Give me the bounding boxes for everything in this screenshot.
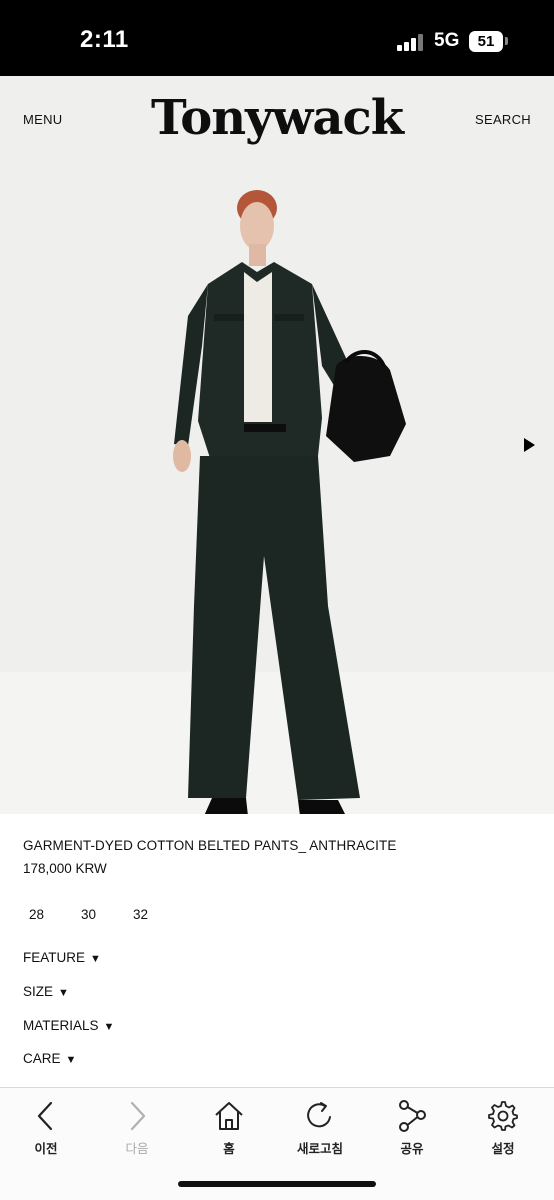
settings-button[interactable]: 설정 bbox=[468, 1100, 538, 1157]
caret-down-icon: ▼ bbox=[103, 1021, 115, 1033]
share-button[interactable]: 공유 bbox=[377, 1100, 447, 1157]
battery-nub bbox=[505, 37, 508, 45]
battery-icon: 51 bbox=[469, 31, 503, 52]
forward-button[interactable]: 다음 bbox=[102, 1100, 172, 1157]
accordion-label: CARE bbox=[23, 1051, 61, 1066]
network-type: 5G bbox=[434, 30, 460, 51]
share-label: 공유 bbox=[400, 1141, 424, 1156]
next-image-arrow-icon[interactable] bbox=[524, 438, 535, 452]
forward-icon bbox=[130, 1101, 146, 1131]
caret-down-icon: ▼ bbox=[58, 987, 69, 999]
settings-label: 설정 bbox=[491, 1141, 515, 1156]
status-time: 2:11 bbox=[80, 26, 129, 53]
brand-logo[interactable]: Tonywack bbox=[0, 90, 554, 146]
home-icon bbox=[215, 1102, 243, 1130]
caret-down-icon: ▼ bbox=[90, 953, 101, 965]
home-button[interactable]: 홈 bbox=[194, 1100, 264, 1157]
home-indicator[interactable] bbox=[178, 1181, 376, 1187]
size-option-28[interactable]: 28 bbox=[29, 907, 81, 922]
refresh-button[interactable]: 새로고침 bbox=[285, 1100, 355, 1157]
caret-down-icon: ▼ bbox=[65, 1054, 77, 1066]
share-icon bbox=[399, 1100, 426, 1132]
product-name: GARMENT-DYED COTTON BELTED PANTS_ ANTHRA… bbox=[23, 838, 397, 853]
refresh-icon bbox=[307, 1102, 331, 1128]
size-option-32[interactable]: 32 bbox=[133, 907, 185, 922]
back-button[interactable]: 이전 bbox=[11, 1100, 81, 1157]
size-option-30[interactable]: 30 bbox=[81, 907, 133, 922]
status-bar: 2:11 5G 51 bbox=[0, 0, 554, 76]
product-info: GARMENT-DYED COTTON BELTED PANTS_ ANTHRA… bbox=[23, 838, 533, 876]
materials-accordion[interactable]: MATERIALS ▼ bbox=[23, 1018, 114, 1033]
gear-icon bbox=[488, 1101, 518, 1131]
home-label: 홈 bbox=[223, 1141, 235, 1156]
product-price: 178,000 KRW bbox=[23, 861, 107, 876]
model-photo bbox=[173, 190, 406, 814]
forward-label: 다음 bbox=[125, 1141, 149, 1156]
back-label: 이전 bbox=[34, 1141, 58, 1156]
feature-accordion[interactable]: FEATURE ▼ bbox=[23, 950, 101, 965]
accordion-label: SIZE bbox=[23, 984, 54, 999]
accordion-label: FEATURE bbox=[23, 950, 86, 965]
size-accordion[interactable]: SIZE ▼ bbox=[23, 984, 69, 999]
accordion-label: MATERIALS bbox=[23, 1018, 99, 1033]
back-icon bbox=[37, 1101, 53, 1131]
care-accordion[interactable]: CARE ▼ bbox=[23, 1051, 76, 1066]
signal-icon bbox=[397, 33, 427, 51]
hero-image: MENU Tonywack SEARCH bbox=[0, 76, 554, 814]
refresh-label: 새로고침 bbox=[296, 1141, 343, 1156]
search-link[interactable]: SEARCH bbox=[475, 112, 531, 127]
size-selector: 28 30 32 bbox=[29, 907, 185, 922]
